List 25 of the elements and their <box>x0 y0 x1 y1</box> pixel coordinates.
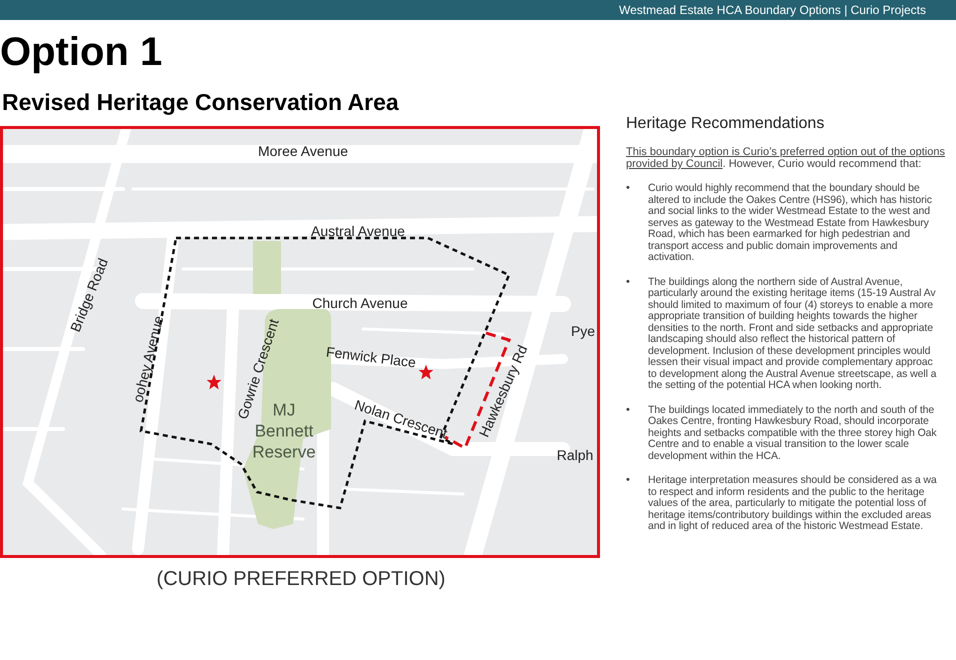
street-label: Moree Avenue <box>258 143 348 159</box>
recommendation-paragraph: Curio would highly recommend that the boundary should be altered to include the Oakes Centre (HS96), which has historic and social links to the wider Westmead Estate to the west and serves as gateway to the Westmead Estate from Hawkesbury Road, which has been earmarked for high pedestrian and transport access and public domain improvements and activation. <box>648 183 932 264</box>
map-caption: (CURIO PREFERRED OPTION) <box>156 567 446 592</box>
recommendation-paragraph: The buildings along the northern side of Austral Avenue, particularly around the existing heritage items (15-19 Austral Av should limited to maximum of four (4) storeys to enable a more appropriate transition of building heights towards the higher densities to the north. Front and side setbacks and appropriate landscaping should also reflect the historical pattern of development. Inclusion of these development principles would lessen their visual impact and provide complementary approac to development along the Austral Avenue streetscape, as well a the setting of the potential HCA when looking north. <box>648 276 936 392</box>
street-label: Church Avenue <box>312 295 408 311</box>
recommendation-paragraph: Heritage interpretation measures should be considered as a wa to respect and inform residents and the public to the heritage values of the area, particularly to mitigate the potential loss of heritage items/contributory buildings within the excluded areas and in light of reduced area of the historic Westmead Estate. <box>648 475 937 532</box>
recommendation-paragraph: The buildings located immediately to the north and south of the Oakes Centre, fronting Hawkesbury Road, should incorporate heights and setbacks compatible with the three storey high Oak Centre and to enable a visual transition to the lower scale development within the HCA. <box>648 404 937 462</box>
star-icon <box>418 364 434 380</box>
street-label: Bridge Road <box>67 256 111 334</box>
street-label: Pye <box>570 323 596 339</box>
page-heading: Option 1 <box>0 30 162 74</box>
section-title: Heritage Recommendations <box>626 114 824 134</box>
street-label: Austral Avenue <box>311 223 405 239</box>
park-label: MJ Bennett Reserve <box>252 400 316 462</box>
intro-paragraph: This boundary option is Curio’s preferred option out of the options provided by Council. However, Curio would recommend that: <box>626 146 946 170</box>
star-icon <box>206 374 222 390</box>
street-label: oohey Avenue <box>130 314 166 404</box>
bullet-marker: • <box>626 183 631 196</box>
street-label: Fenwick Place <box>325 344 417 370</box>
bullet-marker: • <box>626 475 631 488</box>
bullet-marker: • <box>626 276 631 290</box>
page-subheading: Revised Heritage Conservation Area <box>2 88 399 116</box>
street-label: Ralph <box>556 447 594 463</box>
header-title: Westmead Estate HCA Boundary Options | Curio Projects <box>618 3 926 17</box>
bullet-marker: • <box>626 404 631 418</box>
